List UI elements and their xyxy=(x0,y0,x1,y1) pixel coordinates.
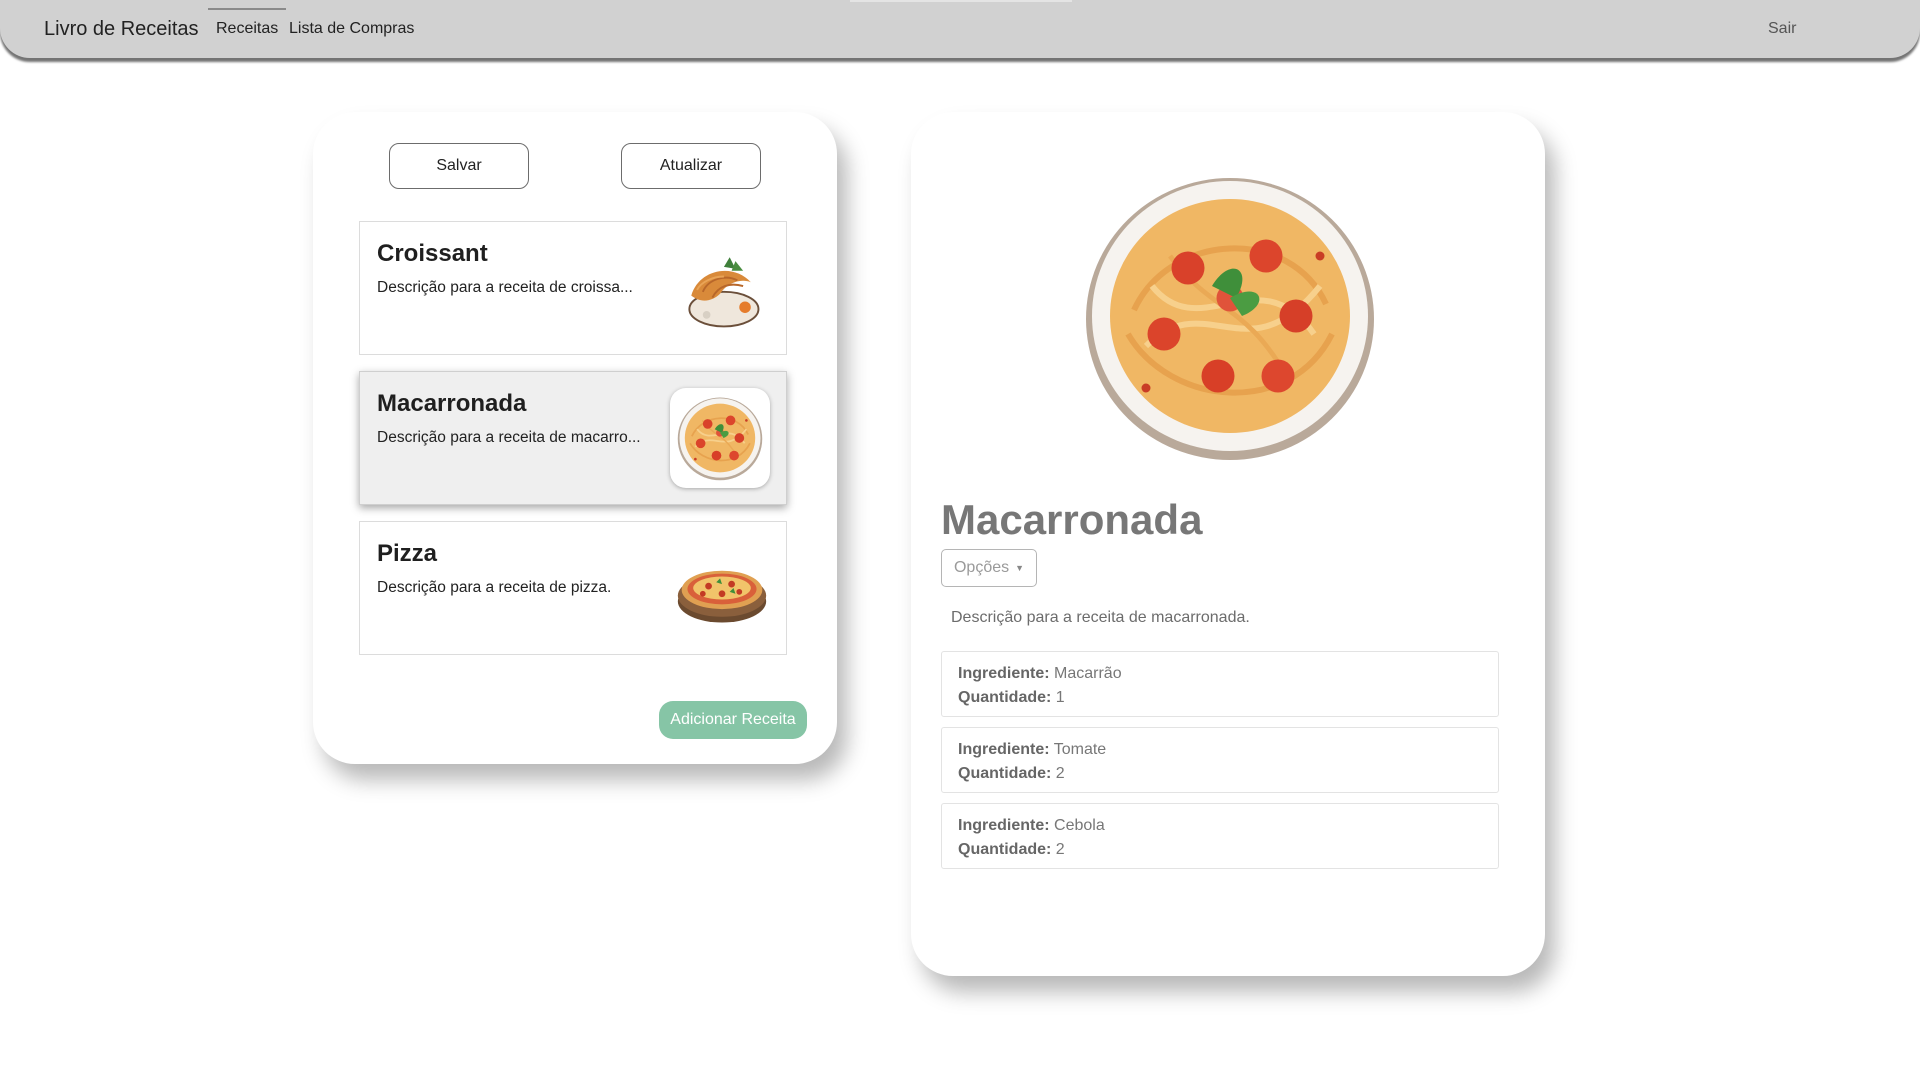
quantity-label: Quantidade: xyxy=(958,765,1052,782)
ingredient-quantity: 1 xyxy=(1055,689,1065,706)
recipe-thumbnail xyxy=(670,388,770,488)
recipe-title: Macarronada xyxy=(941,496,1203,543)
nav-link-receitas[interactable]: Receitas xyxy=(207,8,287,38)
options-dropdown-button[interactable]: Opções ▼ xyxy=(941,549,1037,587)
recipe-detail-panel: Macarronada Opções ▼ Descrição para a re… xyxy=(911,112,1545,976)
options-label: Opções xyxy=(953,559,1010,576)
logout-link[interactable]: Sair xyxy=(1768,20,1796,38)
caret-down-icon: ▼ xyxy=(1015,563,1025,573)
recipe-name: Macarronada xyxy=(377,390,527,417)
ingredient-name: Cebola xyxy=(1054,817,1105,834)
spaghetti-image xyxy=(1074,166,1386,466)
ingredient-card: Ingrediente: Tomate Quantidade: 2 xyxy=(941,727,1499,793)
recipe-list-item-selected[interactable]: Macarronada Descrição para a receita de … xyxy=(359,371,787,505)
ingredient-quantity: 2 xyxy=(1055,765,1065,782)
recipe-description: Descrição para a receita de macarro... xyxy=(377,429,641,446)
nav-indicator xyxy=(850,0,1072,2)
navbar-brand[interactable]: Livro de Receitas xyxy=(44,18,199,41)
ingredient-label: Ingrediente: xyxy=(958,817,1050,834)
quantity-label: Quantidade: xyxy=(958,689,1052,706)
top-navbar: Livro de Receitas Receitas Lista de Comp… xyxy=(0,0,1920,58)
ingredient-quantity: 2 xyxy=(1055,841,1065,858)
croissant-image xyxy=(674,240,770,336)
ingredient-label: Ingrediente: xyxy=(958,741,1050,758)
recipe-description: Descrição para a receita de macarronada. xyxy=(951,609,1250,626)
spaghetti-image xyxy=(676,394,764,482)
ingredient-card: Ingrediente: Cebola Quantidade: 2 xyxy=(941,803,1499,869)
ingredient-name: Tomate xyxy=(1053,741,1107,758)
recipe-list-item[interactable]: Croissant Descrição para a receita de cr… xyxy=(359,221,787,355)
add-recipe-button[interactable]: Adicionar Receita xyxy=(659,701,807,739)
pizza-image xyxy=(674,540,770,636)
recipe-name: Pizza xyxy=(377,540,438,567)
recipe-list-panel: Salvar Atualizar Croissant Descrição par… xyxy=(313,112,837,764)
recipe-name: Croissant xyxy=(377,240,488,267)
ingredient-label: Ingrediente: xyxy=(958,665,1050,682)
recipe-description: Descrição para a receita de croissa... xyxy=(377,279,633,296)
ingredient-card: Ingrediente: Macarrão Quantidade: 1 xyxy=(941,651,1499,717)
save-button[interactable]: Salvar xyxy=(389,143,529,189)
recipe-list-item[interactable]: Pizza Descrição para a receita de pizza. xyxy=(359,521,787,655)
nav-link-lista-de-compras[interactable]: Lista de Compras xyxy=(289,20,414,38)
recipe-description: Descrição para a receita de pizza. xyxy=(377,579,612,596)
ingredient-name: Macarrão xyxy=(1054,665,1122,682)
quantity-label: Quantidade: xyxy=(958,841,1052,858)
update-button[interactable]: Atualizar xyxy=(621,143,761,189)
